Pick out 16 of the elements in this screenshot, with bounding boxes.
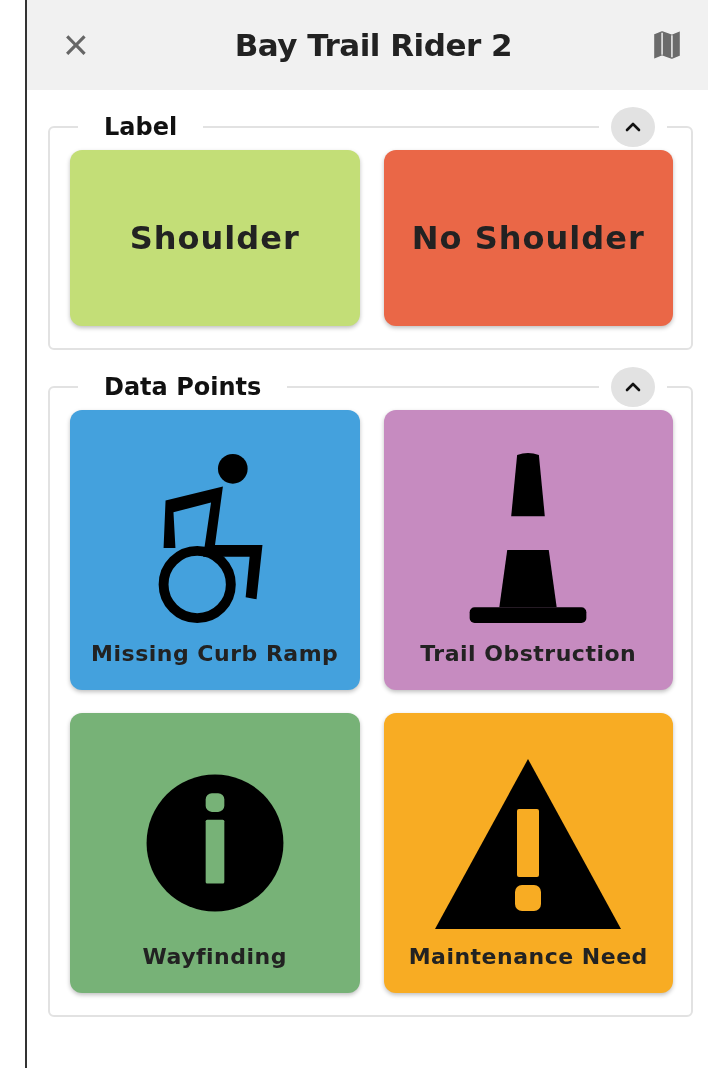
- map-icon[interactable]: [652, 29, 682, 61]
- label-button[interactable]: No Shoulder: [383, 150, 673, 326]
- category-button[interactable]: Missing Curb Ramp: [70, 410, 360, 690]
- window-title: Bay Trail Rider 2: [233, 27, 514, 63]
- category-button[interactable]: Trail Obstruction: [383, 410, 673, 690]
- category-button[interactable]: Maintenance Need: [383, 713, 673, 993]
- collapse-button[interactable]: [611, 367, 655, 407]
- caret-icon: [625, 382, 641, 392]
- collapse-button[interactable]: [611, 107, 655, 147]
- close-button[interactable]: ×: [57, 23, 95, 67]
- warning-icon: [433, 757, 624, 932]
- caret-icon: [625, 122, 641, 132]
- section-title: Data Points: [103, 373, 263, 401]
- label-button[interactable]: Shoulder: [70, 150, 360, 326]
- section-title: Label: [103, 113, 179, 141]
- category-button[interactable]: Wayfinding: [70, 713, 360, 993]
